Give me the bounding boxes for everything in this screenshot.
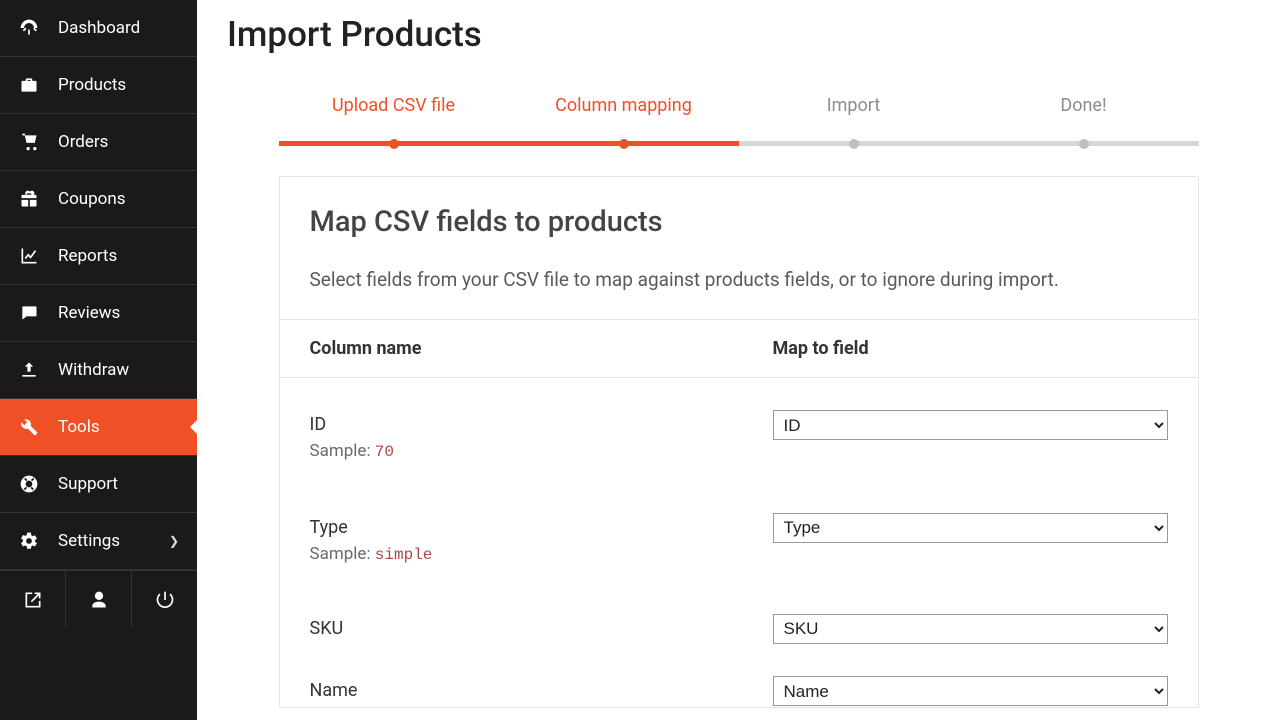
chart-icon-wrap (18, 246, 40, 266)
column-name: SKU (310, 614, 773, 645)
import-stepper: Upload CSV file Column mapping Import Done! (279, 95, 1199, 146)
sample-value: 70 (375, 443, 394, 461)
step-2[interactable]: Column mapping (509, 95, 739, 146)
briefcase-icon-wrap (18, 75, 40, 95)
step-dot (849, 139, 859, 149)
comments-icon (19, 303, 39, 323)
sidebar-item-products[interactable]: Products (0, 57, 197, 114)
sidebar-item-reviews[interactable]: Reviews (0, 285, 197, 342)
dashboard-icon (19, 18, 39, 38)
table-row: TypeSample: simpleType (280, 481, 1198, 584)
cart-icon-wrap (18, 132, 40, 152)
table-row: IDSample: 70ID (280, 378, 1198, 481)
table-header: Column name Map to field (280, 320, 1198, 378)
map-field-select[interactable]: SKU (773, 614, 1168, 644)
mapping-card: Map CSV fields to products Select fields… (279, 176, 1199, 708)
step-label: Column mapping (555, 95, 692, 116)
cart-icon (19, 132, 39, 152)
step-dot (1079, 139, 1089, 149)
sidebar-item-label: Orders (58, 132, 108, 152)
step-label: Import (827, 95, 880, 116)
account-button[interactable] (66, 571, 132, 628)
sample-line: Sample: 70 (310, 441, 773, 461)
dashboard-icon-wrap (18, 18, 40, 38)
sidebar-item-support[interactable]: Support (0, 456, 197, 513)
sidebar-item-settings[interactable]: Settings ❯ (0, 513, 197, 570)
sidebar-item-withdraw[interactable]: Withdraw (0, 342, 197, 399)
sample-value: simple (375, 546, 433, 564)
step-dot (619, 139, 629, 149)
sidebar-item-label: Withdraw (58, 360, 129, 380)
sidebar-bottom-bar (0, 570, 197, 628)
step-4[interactable]: Done! (969, 95, 1199, 146)
gift-icon-wrap (18, 189, 40, 209)
sidebar-item-label: Settings (58, 531, 120, 551)
sidebar-item-dashboard[interactable]: Dashboard (0, 0, 197, 57)
sidebar-item-tools[interactable]: Tools (0, 399, 197, 456)
cog-icon (19, 531, 39, 551)
sidebar: Dashboard Products Orders Coupons Reports Rev… (0, 0, 197, 720)
sample-label: Sample: (310, 544, 375, 564)
briefcase-icon (19, 75, 39, 95)
sidebar-item-label: Reviews (58, 303, 120, 323)
card-title: Map CSV fields to products (310, 205, 1168, 239)
external-link-icon (23, 590, 43, 610)
lifebuoy-icon (19, 474, 39, 494)
gift-icon (19, 189, 39, 209)
chart-icon (19, 246, 39, 266)
sidebar-item-coupons[interactable]: Coupons (0, 171, 197, 228)
cog-icon-wrap (18, 531, 40, 551)
map-field-select[interactable]: ID (773, 410, 1168, 440)
user-icon (89, 590, 109, 610)
external-link-button[interactable] (0, 571, 66, 628)
sample-line: Sample: simple (310, 544, 773, 564)
column-header-name: Column name (310, 338, 773, 359)
sample-label: Sample: (310, 441, 375, 461)
lifebuoy-icon-wrap (18, 474, 40, 494)
step-1[interactable]: Upload CSV file (279, 95, 509, 146)
sidebar-item-label: Products (58, 75, 126, 95)
chevron-right-icon: ❯ (169, 534, 179, 548)
table-row: NameName (280, 652, 1198, 707)
sidebar-item-orders[interactable]: Orders (0, 114, 197, 171)
map-field-select[interactable]: Type (773, 513, 1168, 543)
step-3[interactable]: Import (739, 95, 969, 146)
step-label: Done! (1060, 95, 1106, 116)
step-dot (389, 139, 399, 149)
sidebar-item-label: Dashboard (58, 18, 140, 38)
sidebar-item-label: Tools (58, 417, 100, 437)
sidebar-item-reports[interactable]: Reports (0, 228, 197, 285)
column-name: Name (310, 676, 773, 707)
power-button[interactable] (132, 571, 197, 628)
card-description: Select fields from your CSV file to map … (310, 265, 1168, 295)
column-name: ID (310, 410, 773, 441)
column-header-field: Map to field (773, 338, 1168, 359)
upload-icon-wrap (18, 360, 40, 380)
wrench-icon-wrap (18, 417, 40, 437)
step-label: Upload CSV file (332, 95, 455, 116)
page-title: Import Products (227, 14, 1250, 55)
sidebar-item-label: Support (58, 474, 118, 494)
table-row: SKUSKU (280, 584, 1198, 653)
map-field-select[interactable]: Name (773, 676, 1168, 706)
comments-icon-wrap (18, 303, 40, 323)
upload-icon (19, 360, 39, 380)
wrench-icon (19, 417, 39, 437)
power-icon (155, 590, 175, 610)
column-name: Type (310, 513, 773, 544)
main-content: Import Products Upload CSV file Column ma… (197, 0, 1280, 720)
sidebar-item-label: Reports (58, 246, 117, 266)
sidebar-item-label: Coupons (58, 189, 126, 209)
